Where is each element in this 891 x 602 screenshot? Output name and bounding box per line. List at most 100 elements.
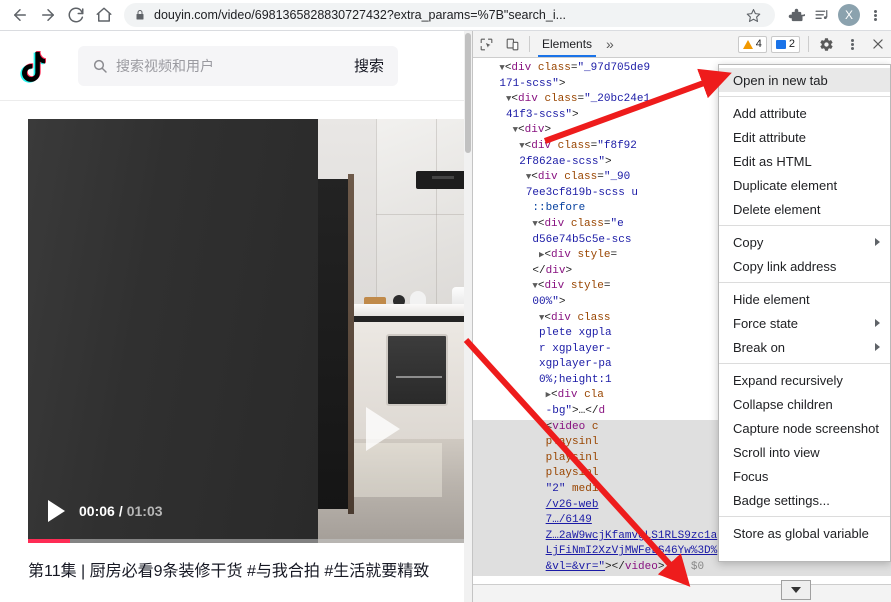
dom-token: > <box>605 155 612 168</box>
context-menu-item[interactable]: Store as global variable <box>719 521 890 545</box>
browser-toolbar: douyin.com/video/6981365828830727432?ext… <box>0 0 891 31</box>
inspect-element-icon[interactable] <box>473 31 499 57</box>
dom-token: 00%" <box>532 295 559 308</box>
dom-token: div <box>524 124 545 137</box>
three-dot-menu-icon[interactable] <box>863 1 887 29</box>
context-menu-item[interactable]: Edit as HTML <box>719 149 890 173</box>
context-menu-item-label: Delete element <box>733 201 821 217</box>
dom-token: plete xgpla <box>539 327 612 340</box>
context-menu-item[interactable]: Break on <box>719 335 890 359</box>
dom-token: > == <box>657 561 691 573</box>
context-menu-item[interactable]: Delete element <box>719 197 890 221</box>
dom-token: > <box>544 124 552 137</box>
back-arrow-icon[interactable] <box>6 1 34 29</box>
media-list-icon[interactable] <box>809 1 835 29</box>
context-menu-item[interactable]: Scroll into view <box>719 440 890 464</box>
submenu-arrow-icon <box>875 343 880 351</box>
dom-token: LjFiNmI2XzVjMWFeLS46Yw%3D% <box>545 545 718 558</box>
dom-token: playsinl <box>545 451 599 464</box>
dom-token: div <box>544 217 565 230</box>
context-menu-item[interactable]: Open in new tab <box>719 68 890 92</box>
context-menu-item[interactable]: Copy link address <box>719 254 890 278</box>
lock-icon <box>134 8 146 22</box>
context-menu-item[interactable]: Expand recursively <box>719 368 890 392</box>
context-menu-item[interactable]: Add attribute <box>719 101 890 125</box>
menu-separator <box>719 363 890 364</box>
context-menu-item-label: Open in new tab <box>733 72 828 88</box>
current-time: 00:06 <box>79 503 115 519</box>
context-menu-item-label: Badge settings... <box>733 492 830 508</box>
dom-token: d56e74b5c5e-scs <box>532 233 632 246</box>
warning-count: 4 <box>755 38 762 50</box>
message-badge[interactable]: 2 <box>770 35 800 53</box>
dom-token: class <box>537 93 578 106</box>
device-toolbar-icon[interactable] <box>499 31 525 57</box>
devtools-statusbar <box>473 584 891 602</box>
dom-token: 7…/6149 <box>545 514 592 527</box>
close-x-icon[interactable] <box>865 31 891 57</box>
address-bar[interactable]: douyin.com/video/6981365828830727432?ext… <box>124 3 775 27</box>
context-menu-item-label: Focus <box>733 468 769 484</box>
address-bar-url: douyin.com/video/6981365828830727432?ext… <box>154 8 567 22</box>
chevron-double-right-icon[interactable]: » <box>600 36 620 52</box>
context-menu-item-label: Add attribute <box>733 105 807 121</box>
search-bar[interactable]: 搜索视频和用户 搜索 <box>78 45 398 86</box>
gear-icon[interactable] <box>813 31 839 57</box>
play-icon[interactable] <box>48 500 65 522</box>
dom-token: 2f862ae-scss" <box>519 155 606 168</box>
dom-token: = <box>610 249 618 262</box>
total-time: 01:03 <box>126 503 163 519</box>
extensions-puzzle-icon[interactable] <box>783 1 809 29</box>
dom-token: ></ <box>605 561 625 573</box>
dom-token: &vl=&vr=" <box>545 561 606 573</box>
search-input-placeholder[interactable]: 搜索视频和用户 <box>116 56 354 76</box>
three-dot-menu-icon[interactable] <box>839 31 865 57</box>
profile-avatar[interactable]: X <box>838 4 860 26</box>
devtools-context-menu[interactable]: Open in new tab Add attribute Edit attribu… <box>718 64 891 562</box>
search-button[interactable]: 搜索 <box>354 55 384 76</box>
message-count: 2 <box>788 38 795 50</box>
search-icon <box>92 58 108 74</box>
tab-elements[interactable]: Elements <box>534 31 600 57</box>
menu-separator <box>719 96 890 97</box>
douyin-logo[interactable] <box>14 46 54 86</box>
context-menu-item[interactable]: Copy <box>719 230 890 254</box>
dom-token: > <box>558 77 566 90</box>
dom-token: 41f3-scss" <box>506 108 573 121</box>
dom-token: class <box>531 62 571 74</box>
page-scrollbar[interactable] <box>464 31 472 602</box>
dom-token: style <box>564 280 604 293</box>
dom-token: -bg" <box>545 405 573 418</box>
context-menu-item-label: Hide element <box>733 291 810 307</box>
menu-separator <box>719 282 890 283</box>
play-triangle-icon[interactable] <box>352 398 414 460</box>
chevron-down-icon[interactable] <box>781 580 811 600</box>
dom-token: style <box>570 249 611 262</box>
dom-token: 7ee3cf819b-scss u <box>525 186 639 199</box>
context-menu-item[interactable]: Collapse children <box>719 392 890 416</box>
context-menu-item[interactable]: Hide element <box>719 287 890 311</box>
bookmark-star-icon[interactable] <box>741 3 765 27</box>
dom-token: playsinl <box>545 467 599 480</box>
context-menu-item[interactable]: Focus <box>719 464 890 488</box>
dom-token: video <box>552 420 586 433</box>
forward-arrow-icon[interactable] <box>34 1 62 29</box>
dom-token: div <box>511 62 532 74</box>
context-menu-item[interactable]: Force state <box>719 311 890 335</box>
reload-icon[interactable] <box>62 1 90 29</box>
warning-badge[interactable]: 4 <box>737 35 767 53</box>
dom-token: < <box>531 171 538 184</box>
page-scrollbar-thumb[interactable] <box>465 33 471 153</box>
dom-tree-row[interactable]: &vl=&vr="></video> == $0 <box>473 560 891 576</box>
dom-token: = <box>603 280 611 293</box>
context-menu-item[interactable]: Duplicate element <box>719 173 890 197</box>
video-progress-bar[interactable] <box>28 539 472 543</box>
context-menu-item[interactable]: Capture node screenshot <box>719 416 890 440</box>
time-separator: / <box>118 503 123 519</box>
dom-token: </ <box>532 264 546 277</box>
context-menu-item[interactable]: Edit attribute <box>719 125 890 149</box>
dom-token: "_20bc24e1 <box>584 93 651 106</box>
context-menu-item[interactable]: Badge settings... <box>719 488 890 512</box>
video-player[interactable]: 还是地砖通铺更好看 00:06 / 01:03 <box>28 119 472 543</box>
home-icon[interactable] <box>90 1 118 29</box>
